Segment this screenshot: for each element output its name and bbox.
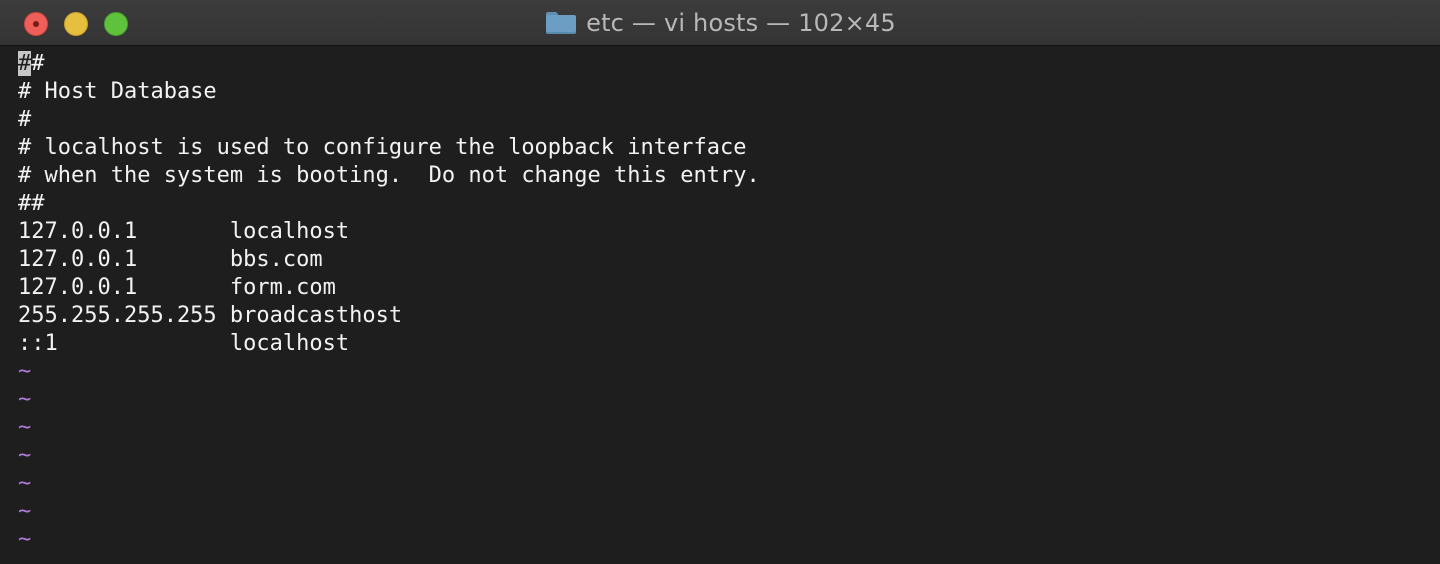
empty-line-marker: ~ <box>18 471 32 496</box>
editor-line-6: ## <box>18 191 45 216</box>
editor-line-7: 127.0.0.1 localhost <box>18 219 350 244</box>
editor-line-8: 127.0.0.1 bbs.com <box>18 247 323 272</box>
window-title-area: etc — vi hosts — 102×45 <box>0 0 1440 46</box>
empty-line-marker: ~ <box>18 527 32 552</box>
editor-line-11: ::1 localhost <box>18 331 350 356</box>
empty-line-marker: ~ <box>18 443 32 468</box>
empty-line-marker: ~ <box>18 415 32 440</box>
title-bar[interactable]: etc — vi hosts — 102×45 <box>0 0 1440 46</box>
editor-line-1: ## <box>18 51 45 76</box>
text-cursor: # <box>18 51 32 76</box>
editor-line-5: # when the system is booting. Do not cha… <box>18 163 760 188</box>
editor-line-9: 127.0.0.1 form.com <box>18 275 336 300</box>
editor-line-4: # localhost is used to configure the loo… <box>18 135 747 160</box>
editor-line-10: 255.255.255.255 broadcasthost <box>18 303 403 328</box>
terminal-window: etc — vi hosts — 102×45 ## # Host Databa… <box>0 0 1440 564</box>
empty-line-marker: ~ <box>18 387 32 412</box>
window-title: etc — vi hosts — 102×45 <box>586 9 896 37</box>
empty-line-marker: ~ <box>18 359 32 384</box>
empty-line-marker: ~ <box>18 499 32 524</box>
editor-line-2: # Host Database <box>18 79 217 104</box>
terminal-content[interactable]: ## # Host Database # # localhost is used… <box>0 47 1440 564</box>
folder-icon <box>546 12 577 34</box>
editor-line-3: # <box>18 107 32 132</box>
